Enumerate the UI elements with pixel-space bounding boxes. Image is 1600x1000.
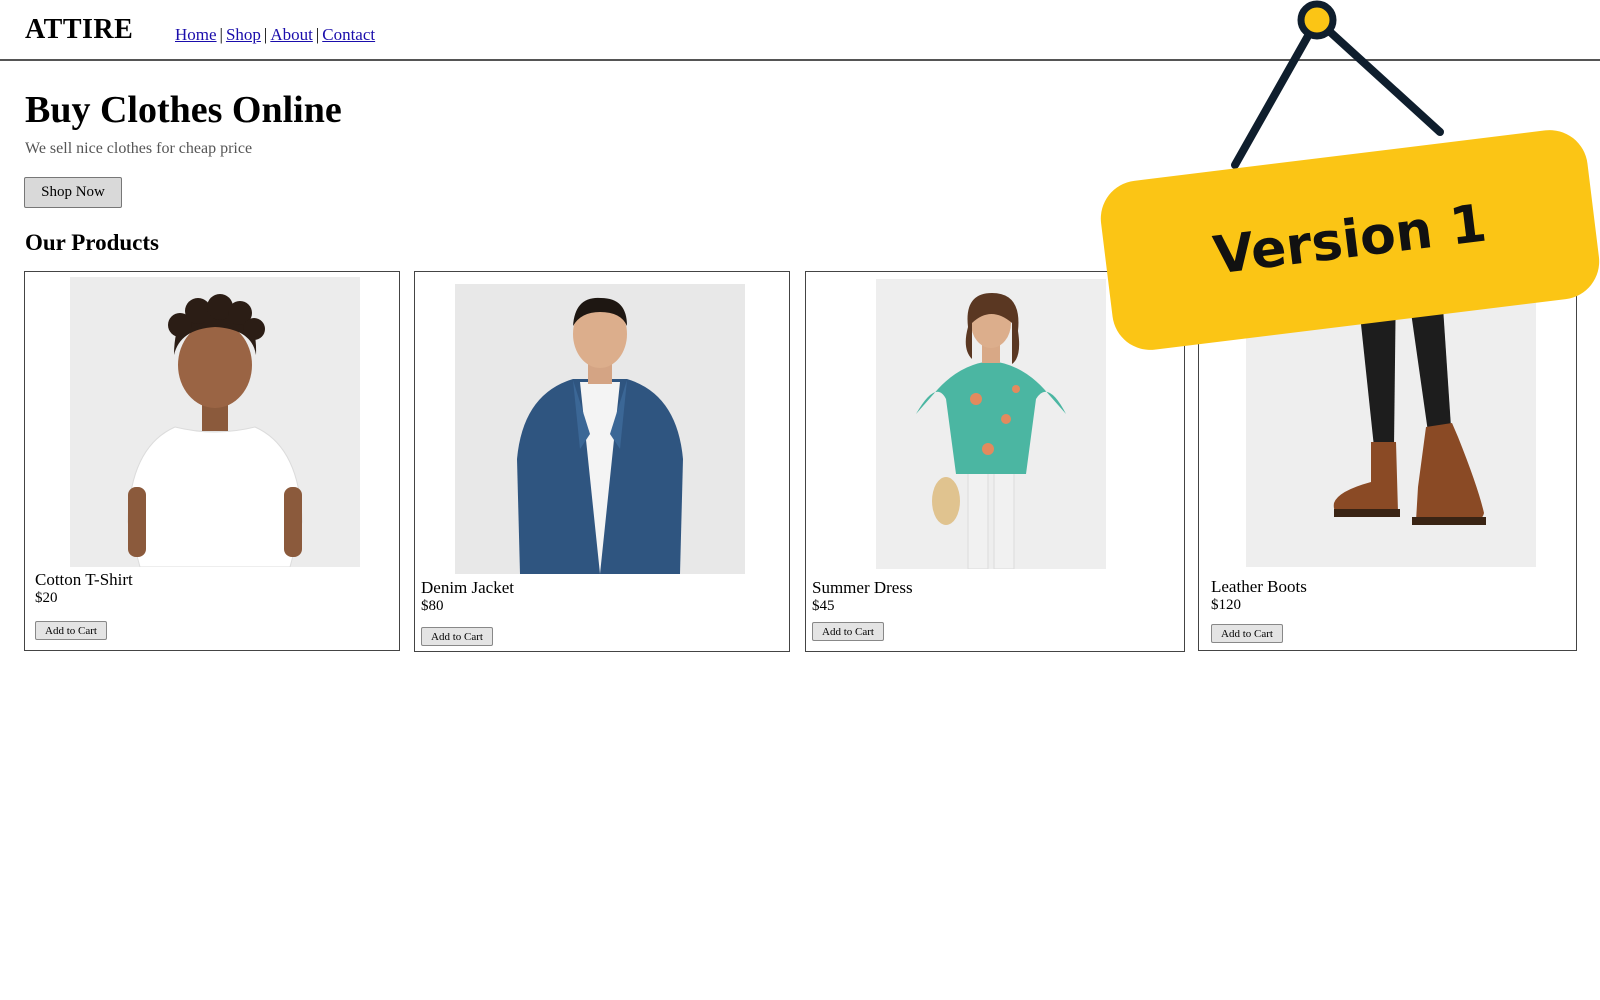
boy-white-tshirt-photo[interactable] (70, 277, 360, 567)
man-denim-jacket-photo[interactable] (455, 284, 745, 574)
product-name: Summer Dress (812, 578, 913, 597)
product-name: Denim Jacket (421, 578, 514, 597)
hero-subtitle: We sell nice clothes for cheap price (25, 140, 253, 157)
woman-floral-top-icon (876, 279, 1106, 569)
nav-separator: | (315, 25, 320, 44)
nav-separator: | (263, 25, 268, 44)
product-price: $45 (812, 598, 835, 614)
products-section-title: Our Products (25, 230, 159, 255)
nav-separator: | (219, 25, 223, 44)
add-to-cart-button[interactable]: Add to Cart (1211, 624, 1283, 643)
boy-white-tshirt-icon (70, 277, 360, 567)
product-price: $80 (421, 598, 444, 614)
shop-now-button[interactable]: Shop Now (24, 177, 122, 208)
product-name: Cotton T-Shirt (35, 570, 133, 589)
add-to-cart-button[interactable]: Add to Cart (421, 627, 493, 646)
nav-link-about[interactable]: About (270, 25, 313, 44)
product-card: Denim Jacket $80 Add to Cart (414, 271, 790, 652)
product-price: $20 (35, 590, 58, 606)
nav-link-home[interactable]: Home (175, 25, 217, 44)
add-to-cart-button[interactable]: Add to Cart (35, 621, 107, 640)
main-nav: Home | Shop | About | Contact (175, 25, 375, 45)
nav-link-contact[interactable]: Contact (322, 25, 375, 44)
nav-link-shop[interactable]: Shop (226, 25, 261, 44)
product-price: $120 (1211, 597, 1241, 613)
product-card: Cotton T-Shirt $20 Add to Cart (24, 271, 400, 651)
woman-floral-top-photo[interactable] (876, 279, 1106, 569)
hero-title: Buy Clothes Online (25, 89, 342, 131)
product-name: Leather Boots (1211, 577, 1307, 596)
add-to-cart-button[interactable]: Add to Cart (812, 622, 884, 641)
man-denim-jacket-icon (455, 284, 745, 574)
brand-logo[interactable]: ATTIRE (25, 14, 133, 46)
